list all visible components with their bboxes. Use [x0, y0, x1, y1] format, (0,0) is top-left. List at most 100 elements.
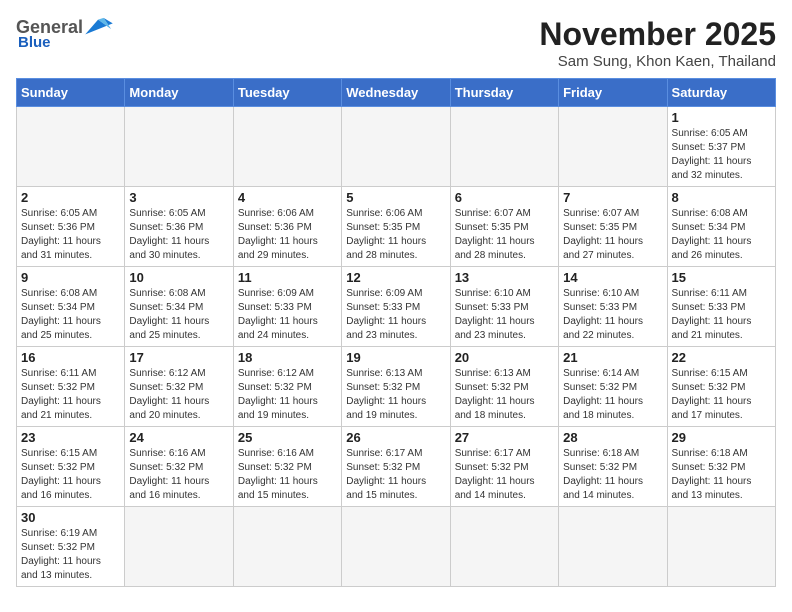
calendar-day-cell: 18 Sunrise: 6:12 AMSunset: 5:32 PMDayligh…: [233, 347, 341, 427]
calendar-day-cell: 2 Sunrise: 6:05 AMSunset: 5:36 PMDaylight…: [17, 187, 125, 267]
day-number: 22: [672, 350, 771, 365]
day-info: Sunrise: 6:17 AMSunset: 5:32 PMDaylight:…: [455, 447, 554, 503]
calendar-day-cell: [233, 507, 341, 587]
calendar-day-cell: 13Sunrise: 6:10 AMSunset: 5:33 PMDayligh…: [450, 267, 558, 347]
logo-bird-icon: [85, 16, 113, 38]
calendar-day-cell: [233, 107, 341, 187]
day-info: Sunrise: 6:18 AMSunset: 5:32 PMDaylight:…: [563, 447, 662, 503]
calendar-day-cell: 6 Sunrise: 6:07 AMSunset: 5:35 PMDaylight…: [450, 187, 558, 267]
day-info: Sunrise: 6:10 AMSunset: 5:33 PMDaylight:…: [563, 287, 662, 343]
day-number: 10: [129, 270, 228, 285]
calendar-day-cell: 16 Sunrise: 6:11 AMSunset: 5:32 PMDayligh…: [17, 347, 125, 427]
day-info: Sunrise: 6:11 AMSunset: 5:32 PMDaylight:…: [21, 367, 120, 423]
logo: General Blue: [16, 16, 113, 51]
calendar-day-cell: 12Sunrise: 6:09 AMSunset: 5:33 PMDayligh…: [342, 267, 450, 347]
weekday-header: Sunday: [17, 79, 125, 107]
calendar-day-cell: 17Sunrise: 6:12 AMSunset: 5:32 PMDayligh…: [125, 347, 233, 427]
day-info: Sunrise: 6:05 AMSunset: 5:37 PMDaylight:…: [672, 127, 771, 183]
calendar-day-cell: 22 Sunrise: 6:15 AMSunset: 5:32 PMDayligh…: [667, 347, 775, 427]
day-number: 27: [455, 430, 554, 445]
title-block: November 2025 Sam Sung, Khon Kaen, Thail…: [539, 16, 776, 70]
day-info: Sunrise: 6:14 AMSunset: 5:32 PMDaylight:…: [563, 367, 662, 423]
day-number: 5: [346, 190, 445, 205]
calendar-day-cell: 27 Sunrise: 6:17 AMSunset: 5:32 PMDayligh…: [450, 427, 558, 507]
calendar-day-cell: [342, 507, 450, 587]
weekday-header: Saturday: [667, 79, 775, 107]
day-number: 23: [21, 430, 120, 445]
calendar-header-row: SundayMondayTuesdayWednesdayThursdayFrid…: [17, 79, 776, 107]
day-info: Sunrise: 6:15 AMSunset: 5:32 PMDaylight:…: [672, 367, 771, 423]
weekday-header: Thursday: [450, 79, 558, 107]
calendar-day-cell: [125, 507, 233, 587]
day-info: Sunrise: 6:19 AMSunset: 5:32 PMDaylight:…: [21, 527, 120, 583]
day-info: Sunrise: 6:08 AMSunset: 5:34 PMDaylight:…: [672, 207, 771, 263]
calendar-day-cell: [450, 507, 558, 587]
location-subtitle: Sam Sung, Khon Kaen, Thailand: [539, 53, 776, 70]
calendar-week-row: 9Sunrise: 6:08 AMSunset: 5:34 PMDaylight…: [17, 267, 776, 347]
calendar-day-cell: 11 Sunrise: 6:09 AMSunset: 5:33 PMDayligh…: [233, 267, 341, 347]
calendar-day-cell: 29 Sunrise: 6:18 AMSunset: 5:32 PMDayligh…: [667, 427, 775, 507]
page-header: General Blue November 2025 Sam Sung, Kho…: [16, 16, 776, 70]
calendar-day-cell: 20 Sunrise: 6:13 AMSunset: 5:32 PMDayligh…: [450, 347, 558, 427]
day-number: 25: [238, 430, 337, 445]
day-number: 30: [21, 510, 120, 525]
calendar-day-cell: 30 Sunrise: 6:19 AMSunset: 5:32 PMDayligh…: [17, 507, 125, 587]
day-info: Sunrise: 6:05 AMSunset: 5:36 PMDaylight:…: [21, 207, 120, 263]
calendar-day-cell: 14Sunrise: 6:10 AMSunset: 5:33 PMDayligh…: [559, 267, 667, 347]
calendar-week-row: 2 Sunrise: 6:05 AMSunset: 5:36 PMDaylight…: [17, 187, 776, 267]
month-title: November 2025: [539, 16, 776, 53]
day-number: 21: [563, 350, 662, 365]
day-number: 28: [563, 430, 662, 445]
calendar-day-cell: 3Sunrise: 6:05 AMSunset: 5:36 PMDaylight…: [125, 187, 233, 267]
day-number: 29: [672, 430, 771, 445]
day-number: 17: [129, 350, 228, 365]
day-number: 2: [21, 190, 120, 205]
day-info: Sunrise: 6:12 AMSunset: 5:32 PMDaylight:…: [238, 367, 337, 423]
calendar-day-cell: 5 Sunrise: 6:06 AMSunset: 5:35 PMDaylight…: [342, 187, 450, 267]
weekday-header: Monday: [125, 79, 233, 107]
day-number: 11: [238, 270, 337, 285]
logo-blue-text: Blue: [18, 34, 51, 51]
calendar-week-row: 16 Sunrise: 6:11 AMSunset: 5:32 PMDayligh…: [17, 347, 776, 427]
day-number: 4: [238, 190, 337, 205]
day-info: Sunrise: 6:11 AMSunset: 5:33 PMDaylight:…: [672, 287, 771, 343]
calendar-day-cell: 28 Sunrise: 6:18 AMSunset: 5:32 PMDayligh…: [559, 427, 667, 507]
day-info: Sunrise: 6:08 AMSunset: 5:34 PMDaylight:…: [129, 287, 228, 343]
day-number: 6: [455, 190, 554, 205]
day-info: Sunrise: 6:09 AMSunset: 5:33 PMDaylight:…: [238, 287, 337, 343]
calendar-day-cell: 8Sunrise: 6:08 AMSunset: 5:34 PMDaylight…: [667, 187, 775, 267]
day-info: Sunrise: 6:07 AMSunset: 5:35 PMDaylight:…: [455, 207, 554, 263]
calendar-day-cell: 10 Sunrise: 6:08 AMSunset: 5:34 PMDayligh…: [125, 267, 233, 347]
calendar-day-cell: [125, 107, 233, 187]
day-number: 7: [563, 190, 662, 205]
calendar-day-cell: 23Sunrise: 6:15 AMSunset: 5:32 PMDayligh…: [17, 427, 125, 507]
day-number: 16: [21, 350, 120, 365]
day-info: Sunrise: 6:18 AMSunset: 5:32 PMDaylight:…: [672, 447, 771, 503]
calendar-day-cell: 1 Sunrise: 6:05 AMSunset: 5:37 PMDaylight…: [667, 107, 775, 187]
day-info: Sunrise: 6:07 AMSunset: 5:35 PMDaylight:…: [563, 207, 662, 263]
day-info: Sunrise: 6:17 AMSunset: 5:32 PMDaylight:…: [346, 447, 445, 503]
calendar-day-cell: 4Sunrise: 6:06 AMSunset: 5:36 PMDaylight…: [233, 187, 341, 267]
day-info: Sunrise: 6:08 AMSunset: 5:34 PMDaylight:…: [21, 287, 120, 343]
calendar-table: SundayMondayTuesdayWednesdayThursdayFrid…: [16, 78, 776, 587]
weekday-header: Tuesday: [233, 79, 341, 107]
calendar-day-cell: 21 Sunrise: 6:14 AMSunset: 5:32 PMDayligh…: [559, 347, 667, 427]
calendar-day-cell: [17, 107, 125, 187]
day-info: Sunrise: 6:06 AMSunset: 5:35 PMDaylight:…: [346, 207, 445, 263]
day-number: 19: [346, 350, 445, 365]
day-info: Sunrise: 6:13 AMSunset: 5:32 PMDaylight:…: [455, 367, 554, 423]
day-info: Sunrise: 6:09 AMSunset: 5:33 PMDaylight:…: [346, 287, 445, 343]
day-number: 18: [238, 350, 337, 365]
day-info: Sunrise: 6:13 AMSunset: 5:32 PMDaylight:…: [346, 367, 445, 423]
calendar-day-cell: [450, 107, 558, 187]
day-number: 20: [455, 350, 554, 365]
calendar-day-cell: [667, 507, 775, 587]
calendar-day-cell: 15Sunrise: 6:11 AMSunset: 5:33 PMDayligh…: [667, 267, 775, 347]
day-number: 13: [455, 270, 554, 285]
calendar-week-row: 30 Sunrise: 6:19 AMSunset: 5:32 PMDayligh…: [17, 507, 776, 587]
calendar-day-cell: 7 Sunrise: 6:07 AMSunset: 5:35 PMDaylight…: [559, 187, 667, 267]
day-number: 1: [672, 110, 771, 125]
calendar-day-cell: [559, 507, 667, 587]
day-info: Sunrise: 6:05 AMSunset: 5:36 PMDaylight:…: [129, 207, 228, 263]
calendar-day-cell: 19 Sunrise: 6:13 AMSunset: 5:32 PMDayligh…: [342, 347, 450, 427]
